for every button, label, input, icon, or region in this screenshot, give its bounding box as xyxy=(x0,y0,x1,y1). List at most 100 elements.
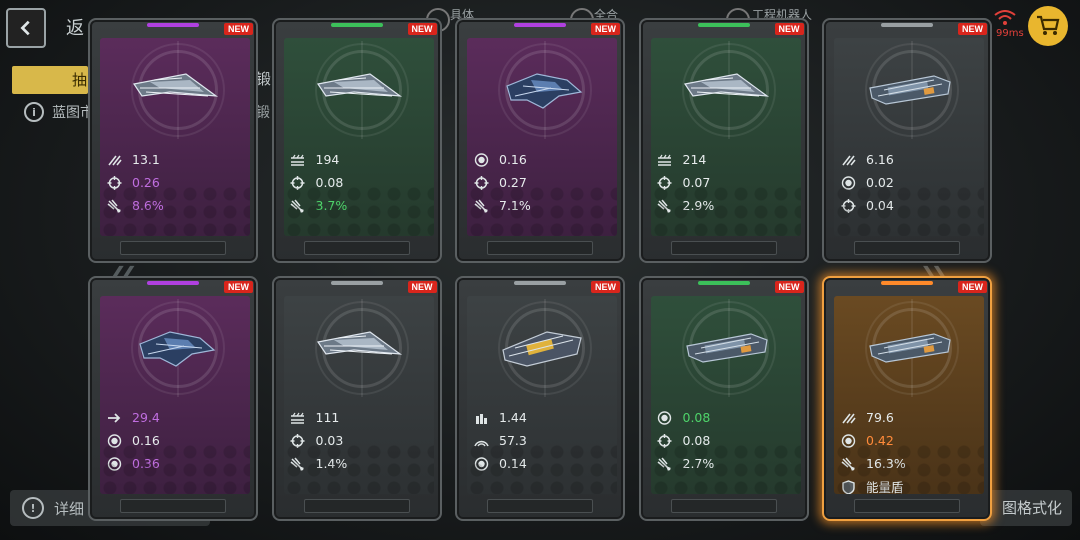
shield-ring-icon xyxy=(106,433,122,448)
tab-draw[interactable]: 抽 xyxy=(12,66,88,94)
stat-row: 0.08 xyxy=(657,429,797,452)
card-footer-plate xyxy=(303,241,410,255)
rarity-bar xyxy=(697,281,750,285)
stat-value: 0.42 xyxy=(866,433,894,448)
new-badge: NEW xyxy=(958,281,987,293)
blueprint-card[interactable]: NEW 0.16 0.27 7.1% xyxy=(455,18,625,263)
stat-value: 0.02 xyxy=(866,175,894,190)
cart-icon xyxy=(1037,15,1060,35)
blueprint-card-grid: NEW 13.1 0.26 8.6% NEW 194 0.08 3.7% NEW 0.16 0.27… xyxy=(88,18,992,522)
stat-row: 0.14 xyxy=(473,452,613,475)
rarity-bar xyxy=(697,23,750,27)
card-panel: 1.44 57.3 0.14 xyxy=(467,296,617,494)
new-badge: NEW xyxy=(591,281,620,293)
stat-row: 3.7% xyxy=(290,194,430,217)
blueprint-card[interactable]: NEW 79.6 0.42 16.3% 能量盾 xyxy=(822,276,992,521)
blueprint-card[interactable]: NEW 214 0.07 2.9% xyxy=(638,18,809,263)
stat-value: 能量盾 xyxy=(866,480,904,494)
stat-row: 0.16 xyxy=(473,148,613,171)
stat-value: 0.08 xyxy=(315,175,344,190)
crosshair-icon xyxy=(840,198,856,213)
stat-value: 8.6% xyxy=(132,198,164,213)
stat-value: 13.1 xyxy=(132,152,160,167)
rarity-bar xyxy=(881,23,933,27)
armor-icon xyxy=(290,153,306,167)
stat-value: 0.03 xyxy=(315,433,344,448)
stat-row: 1.44 xyxy=(473,406,613,429)
card-panel: 6.16 0.02 0.04 xyxy=(834,38,984,236)
info-icon: ! xyxy=(22,497,44,519)
blueprint-card[interactable]: NEW 1.44 57.3 0.14 xyxy=(455,276,625,521)
stat-list: 0.08 0.08 2.7% xyxy=(657,406,797,475)
stat-row: 6.16 xyxy=(840,148,980,171)
shield-ring-icon xyxy=(473,152,489,167)
back-label: 返 xyxy=(66,18,84,39)
stat-value: 1.4% xyxy=(315,456,348,471)
stat-value: 0.08 xyxy=(682,410,711,425)
stat-row: 0.36 xyxy=(106,452,246,475)
card-panel: 0.16 0.27 7.1% xyxy=(467,38,617,236)
stat-row: 0.16 xyxy=(106,429,246,452)
stat-row: 2.7% xyxy=(657,452,797,475)
blueprint-card[interactable]: NEW 29.4 0.16 0.36 xyxy=(88,276,258,521)
stat-row: 0.27 xyxy=(473,171,613,194)
new-badge: NEW xyxy=(224,281,253,293)
speed-icon xyxy=(106,411,122,425)
card-panel: 111 0.03 1.4% xyxy=(283,296,434,494)
card-footer-plate xyxy=(854,241,960,255)
rarity-bar xyxy=(330,281,383,285)
stat-value: 6.16 xyxy=(866,152,894,167)
card-panel: 13.1 0.26 8.6% xyxy=(100,38,250,236)
card-footer-plate xyxy=(854,499,960,513)
stat-list: 194 0.08 3.7% xyxy=(290,148,430,217)
energy-shield-icon xyxy=(840,479,856,494)
card-footer-plate xyxy=(120,241,226,255)
card-footer-plate xyxy=(670,499,777,513)
stat-row: 7.1% xyxy=(473,194,613,217)
card-panel: 214 0.07 2.9% xyxy=(650,38,801,236)
crosshair-icon xyxy=(657,433,673,448)
rarity-bar xyxy=(147,23,199,27)
interceptor-ship-icon xyxy=(497,66,587,114)
back-button[interactable] xyxy=(6,8,46,48)
stat-value: 194 xyxy=(315,152,340,167)
stat-value: 2.9% xyxy=(682,198,715,213)
stat-value: 0.26 xyxy=(132,175,160,190)
cruiser-ship-icon xyxy=(681,324,771,372)
stat-row: 13.1 xyxy=(106,148,246,171)
stat-row: 0.08 xyxy=(657,406,797,429)
stat-list: 13.1 0.26 8.6% xyxy=(106,148,246,217)
blueprint-card[interactable]: NEW 13.1 0.26 8.6% xyxy=(88,18,258,263)
wifi-signal-icon xyxy=(994,10,1016,25)
blueprint-card[interactable]: NEW 0.08 0.08 2.7% xyxy=(638,276,809,521)
blueprint-card[interactable]: NEW 111 0.03 1.4% xyxy=(271,276,442,521)
stat-row: 79.6 xyxy=(840,406,980,429)
cruiser-ship-icon xyxy=(864,66,954,114)
stat-list: 1.44 57.3 0.14 xyxy=(473,406,613,475)
crosshair-icon xyxy=(290,175,306,190)
stat-row: 0.02 xyxy=(840,171,980,194)
blueprint-card[interactable]: NEW 194 0.08 3.7% xyxy=(271,18,442,263)
frigate-ship-icon xyxy=(130,66,220,114)
dps-icon xyxy=(840,153,856,167)
crosshair-icon xyxy=(290,433,306,448)
stat-row: 能量盾 xyxy=(840,475,980,494)
crit-icon xyxy=(290,199,306,213)
armor-icon xyxy=(290,411,306,425)
stat-row: 0.08 xyxy=(290,171,430,194)
stat-row: 16.3% xyxy=(840,452,980,475)
crit-icon xyxy=(473,199,489,213)
blueprint-card[interactable]: NEW 6.16 0.02 0.04 xyxy=(822,18,992,263)
new-badge: NEW xyxy=(407,281,437,293)
card-footer-plate xyxy=(120,499,226,513)
format-button[interactable]: 图格式化 xyxy=(980,490,1072,526)
rarity-bar xyxy=(147,281,199,285)
stat-row: 194 xyxy=(290,148,430,171)
new-badge: NEW xyxy=(224,23,253,35)
card-panel: 79.6 0.42 16.3% 能量盾 xyxy=(834,296,984,494)
stat-row: 57.3 xyxy=(473,429,613,452)
dps-icon xyxy=(840,411,856,425)
crit-icon xyxy=(657,457,673,471)
stat-value: 1.44 xyxy=(499,410,527,425)
shop-cart-button[interactable] xyxy=(1028,6,1068,46)
